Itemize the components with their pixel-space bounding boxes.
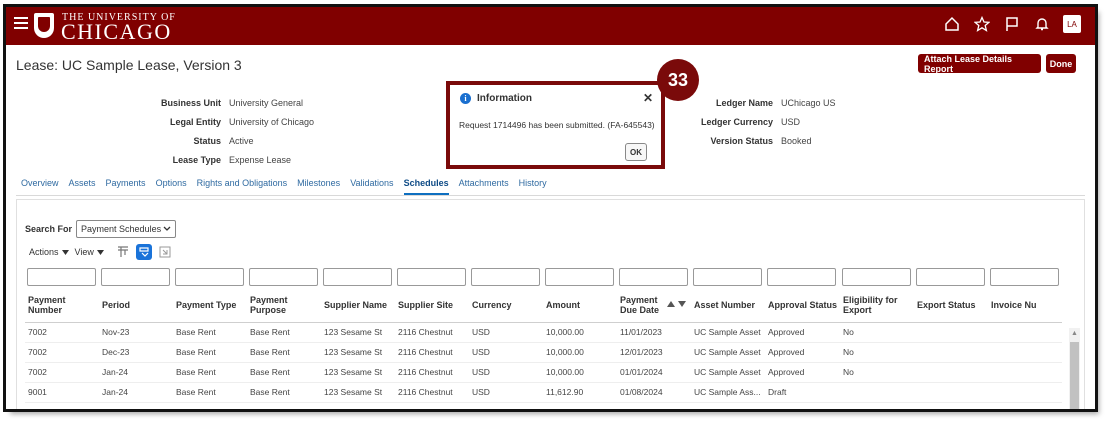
- query-by-example-icon[interactable]: [135, 244, 152, 260]
- table-toolbar: Actions View: [29, 244, 172, 260]
- search-for-select[interactable]: Payment Schedules: [76, 220, 177, 238]
- view-menu[interactable]: View: [75, 247, 104, 257]
- column-header[interactable]: Supplier Site: [395, 288, 469, 323]
- tab-schedules[interactable]: Schedules: [403, 178, 449, 195]
- column-header[interactable]: Asset Number: [691, 288, 765, 323]
- filter-currency-input[interactable]: [471, 267, 540, 286]
- sort-icon[interactable]: [666, 300, 688, 310]
- table-row[interactable]: 9001 Jan-24 Base Rent Base Rent 123 Sesame…: [25, 382, 1062, 403]
- column-header[interactable]: Amount: [543, 288, 617, 323]
- user-avatar[interactable]: LA: [1063, 15, 1081, 33]
- filter-asset-number-input[interactable]: [693, 267, 762, 286]
- tab-milestones[interactable]: Milestones: [297, 178, 340, 195]
- filter-payment-due-date-input[interactable]: [619, 267, 688, 286]
- field-version-status: Version Status Booked: [710, 135, 812, 146]
- tab-divider: [16, 195, 1085, 196]
- table-vertical-scrollbar[interactable]: ▲: [1069, 328, 1080, 409]
- filter-approval-status-input[interactable]: [767, 267, 836, 286]
- top-bar: THE UNIVERSITY OF CHICAGO LA: [6, 7, 1095, 45]
- payment-schedules-table: Payment Number Period Payment Type Payme…: [25, 264, 1062, 409]
- field-status: Status Active: [193, 135, 254, 146]
- filter-invoice-number-input[interactable]: [990, 267, 1060, 286]
- notifications-bell-icon[interactable]: [1033, 15, 1051, 33]
- tab-attachments[interactable]: Attachments: [459, 178, 509, 195]
- filter-supplier-site-input[interactable]: [397, 267, 466, 286]
- close-icon[interactable]: ✕: [643, 91, 653, 105]
- field-lease-type: Lease Type Expense Lease: [172, 154, 292, 165]
- ok-button[interactable]: OK: [625, 143, 647, 161]
- detach-table-icon[interactable]: [158, 245, 172, 259]
- filter-payment-number-input[interactable]: [27, 267, 96, 286]
- search-for-label: Search For: [25, 224, 73, 234]
- table-header-row: Payment Number Period Payment Type Payme…: [25, 288, 1062, 323]
- search-for: Search For Payment Schedules: [25, 220, 177, 238]
- tab-payments[interactable]: Payments: [106, 178, 146, 195]
- tab-validations[interactable]: Validations: [350, 178, 393, 195]
- chevron-down-icon: [163, 226, 171, 231]
- column-header[interactable]: Payment Number: [25, 288, 99, 323]
- lease-summary-right: Ledger Name UChicago US Ledger Currency US…: [661, 93, 836, 150]
- filter-amount-input[interactable]: [545, 267, 614, 286]
- column-header[interactable]: Payment Purpose: [247, 288, 321, 323]
- filter-supplier-name-input[interactable]: [323, 267, 392, 286]
- flag-icon[interactable]: [1003, 15, 1021, 33]
- actions-menu[interactable]: Actions: [29, 247, 69, 257]
- attach-lease-details-report-button[interactable]: Attach Lease Details Report: [918, 54, 1041, 74]
- app-window: THE UNIVERSITY OF CHICAGO LA Lease: UC S…: [6, 7, 1095, 409]
- caret-down-icon: [61, 249, 69, 255]
- field-legal-entity: Legal Entity University of Chicago: [169, 116, 315, 127]
- tab-options[interactable]: Options: [156, 178, 187, 195]
- column-header[interactable]: Invoice Nu: [988, 288, 1062, 323]
- column-header-payment-due-date[interactable]: Payment Due Date: [617, 288, 691, 323]
- filter-period-input[interactable]: [101, 267, 170, 286]
- column-header[interactable]: Approval Status: [765, 288, 841, 323]
- column-header[interactable]: Currency: [469, 288, 543, 323]
- table-row[interactable]: 7002 Jan-24 Base Rent Base Rent 123 Sesame…: [25, 362, 1062, 383]
- schedules-panel: Search For Payment Schedules Actions Vie…: [16, 199, 1085, 409]
- column-header[interactable]: Period: [99, 288, 173, 323]
- dialog-title: i Information: [460, 93, 532, 104]
- lease-summary-left: Business Unit University General Legal En…: [6, 93, 314, 169]
- column-header[interactable]: Export Status: [914, 288, 989, 323]
- field-business-unit: Business Unit University General: [160, 97, 304, 108]
- done-button[interactable]: Done: [1046, 54, 1076, 73]
- info-icon: i: [460, 93, 471, 104]
- filter-payment-type-input[interactable]: [175, 267, 244, 286]
- field-ledger-currency: Ledger Currency USD: [700, 116, 801, 127]
- column-header[interactable]: Eligibility for Export: [840, 288, 915, 323]
- home-icon[interactable]: [943, 15, 961, 33]
- column-header[interactable]: Supplier Name: [321, 288, 395, 323]
- tab-assets[interactable]: Assets: [69, 178, 96, 195]
- filter-payment-purpose-input[interactable]: [249, 267, 318, 286]
- freeze-columns-icon[interactable]: [116, 245, 130, 259]
- tab-bar: Overview Assets Payments Options Rights …: [21, 178, 557, 195]
- filter-export-status-input[interactable]: [916, 267, 986, 286]
- column-header-label: Payment Due Date: [620, 294, 660, 315]
- tab-history[interactable]: History: [519, 178, 547, 195]
- filter-eligibility-input[interactable]: [842, 267, 912, 286]
- university-crest-logo: [34, 13, 54, 38]
- table-row[interactable]: 7002 Dec-23 Base Rent Base Rent 123 Sesame…: [25, 342, 1062, 363]
- page-title: Lease: UC Sample Lease, Version 3: [16, 57, 242, 73]
- caret-down-icon: [96, 249, 104, 255]
- search-for-selected-value: Payment Schedules: [81, 224, 162, 234]
- scrollbar-thumb[interactable]: [1070, 342, 1079, 409]
- tab-overview[interactable]: Overview: [21, 178, 59, 195]
- column-header[interactable]: Payment Type: [173, 288, 247, 323]
- tab-rights-and-obligations[interactable]: Rights and Obligations: [197, 178, 288, 195]
- step-number-badge: 33: [657, 59, 699, 101]
- dialog-message: Request 1714496 has been submitted. (FA-…: [459, 120, 655, 130]
- brand-title[interactable]: CHICAGO: [61, 21, 172, 43]
- information-dialog: i Information ✕ Request 1714496 has been…: [446, 81, 665, 169]
- table-row[interactable]: 7002 Nov-23 Base Rent Base Rent 123 Sesame…: [25, 322, 1062, 343]
- menu-icon[interactable]: [14, 17, 28, 29]
- scroll-up-icon[interactable]: ▲: [1071, 330, 1078, 337]
- filter-row: [25, 264, 1062, 288]
- favorites-star-icon[interactable]: [973, 15, 991, 33]
